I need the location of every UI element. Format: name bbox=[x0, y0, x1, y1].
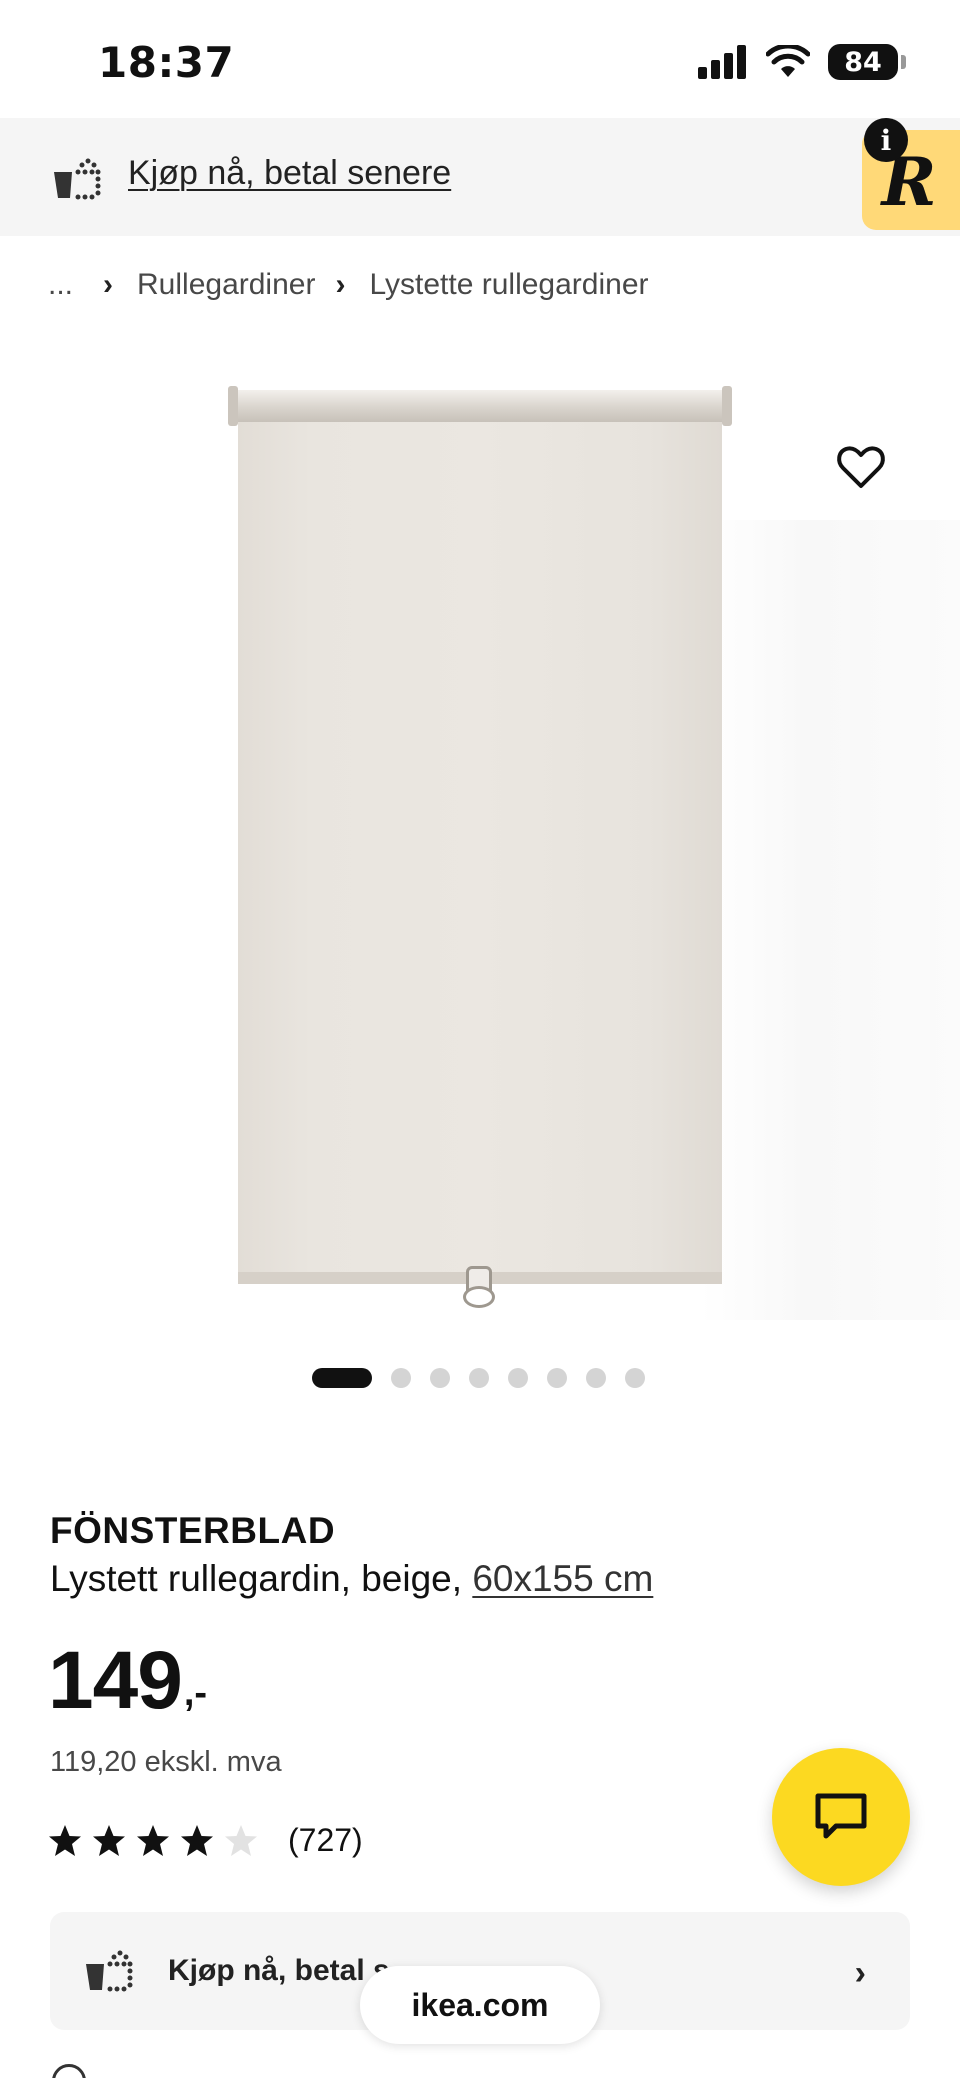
price-main: 149 bbox=[48, 1635, 183, 1726]
chevron-right-icon: › bbox=[335, 268, 346, 301]
carousel-dot[interactable] bbox=[508, 1368, 528, 1388]
url-bar[interactable]: ikea.com bbox=[360, 1966, 600, 2044]
favorite-heart-icon[interactable] bbox=[836, 442, 886, 492]
battery-level: 84 bbox=[844, 46, 882, 78]
breadcrumb-item-rullegardiner[interactable]: Rullegardiner bbox=[137, 268, 315, 302]
info-icon[interactable]: i bbox=[864, 118, 908, 162]
image-backdrop bbox=[700, 520, 960, 1320]
battery-cap bbox=[901, 55, 906, 69]
breadcrumb-ellipsis[interactable]: ... bbox=[48, 268, 73, 302]
basket-dotted-icon bbox=[86, 1950, 133, 1992]
star-filled-icon bbox=[181, 1824, 213, 1856]
chat-bubble-icon bbox=[815, 1793, 867, 1839]
partial-circle-icon bbox=[52, 2064, 86, 2078]
cellular-signal-icon bbox=[698, 45, 746, 79]
rating[interactable]: (727) bbox=[48, 1822, 363, 1859]
price-suffix: ,- bbox=[183, 1672, 208, 1714]
carousel-dot[interactable] bbox=[547, 1368, 567, 1388]
pay-later-link[interactable]: Kjøp nå, betal senere bbox=[128, 154, 451, 193]
wifi-icon bbox=[766, 45, 810, 77]
size-link[interactable]: 60x155 cm bbox=[472, 1558, 653, 1599]
carousel-dot-active[interactable] bbox=[312, 1368, 372, 1388]
status-bar: 18:37 84 bbox=[0, 0, 960, 118]
carousel-dots bbox=[312, 1368, 645, 1388]
carousel-dot[interactable] bbox=[586, 1368, 606, 1388]
product-name: FÖNSTERBLAD bbox=[50, 1510, 336, 1551]
price: 149 ,- bbox=[48, 1640, 207, 1722]
promo-banner: Kjøp nå, betal senere R i bbox=[0, 118, 960, 236]
price-ex-vat: 119,20 ekskl. mva bbox=[50, 1746, 282, 1778]
carousel-dot[interactable] bbox=[625, 1368, 645, 1388]
breadcrumb: ... › Rullegardiner › Lystette rullegard… bbox=[48, 268, 649, 302]
star-filled-icon bbox=[49, 1824, 81, 1856]
chevron-right-icon: › bbox=[103, 268, 114, 301]
blind-cap-right bbox=[722, 386, 732, 426]
battery-icon: 84 bbox=[828, 44, 906, 80]
chat-button[interactable] bbox=[772, 1748, 910, 1886]
status-time: 18:37 bbox=[98, 38, 235, 87]
product-type: Lystett rullegardin, beige, bbox=[50, 1558, 463, 1599]
rating-count: (727) bbox=[288, 1822, 363, 1858]
breadcrumb-item-lystette[interactable]: Lystette rullegardiner bbox=[369, 268, 648, 302]
blind-roller bbox=[230, 390, 730, 422]
star-filled-icon bbox=[137, 1824, 169, 1856]
blind-cap-left bbox=[228, 386, 238, 426]
blind-pull-ring bbox=[463, 1286, 495, 1308]
carousel-dot[interactable] bbox=[469, 1368, 489, 1388]
blind-fabric bbox=[238, 422, 722, 1284]
chevron-right-icon: › bbox=[854, 1954, 866, 1992]
carousel-dot[interactable] bbox=[430, 1368, 450, 1388]
basket-dotted-icon bbox=[54, 158, 101, 200]
product-description: Lystett rullegardin, beige, 60x155 cm bbox=[50, 1558, 653, 1600]
star-empty-icon bbox=[225, 1824, 257, 1856]
status-icons: 84 bbox=[698, 44, 906, 80]
star-filled-icon bbox=[93, 1824, 125, 1856]
pay-later-label: Kjøp nå, betal s bbox=[168, 1954, 390, 1987]
carousel-dot[interactable] bbox=[391, 1368, 411, 1388]
